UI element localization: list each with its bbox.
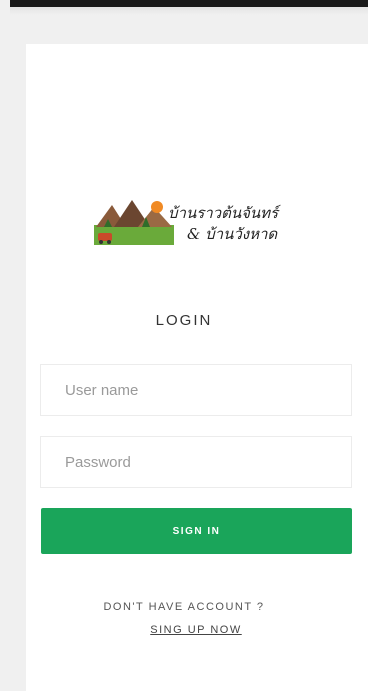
no-account-text: DON'T HAVE ACCOUNT ? (103, 601, 265, 613)
top-bar (10, 0, 368, 7)
username-input[interactable] (41, 365, 351, 415)
sign-up-row: SING UP NOW (0, 624, 368, 636)
login-title: LOGIN (155, 312, 213, 329)
password-input[interactable] (41, 437, 351, 487)
logo-text-line2: & บ้านวังหาด (187, 225, 278, 243)
sign-in-button[interactable]: SIGN IN (41, 508, 352, 554)
logo: บ้านราวต้นจันทร์ & บ้านวังหาด (94, 197, 308, 251)
top-bar-shadow (10, 7, 368, 15)
sign-up-link[interactable]: SING UP NOW (150, 624, 241, 636)
username-field (40, 364, 352, 416)
password-field (40, 436, 352, 488)
